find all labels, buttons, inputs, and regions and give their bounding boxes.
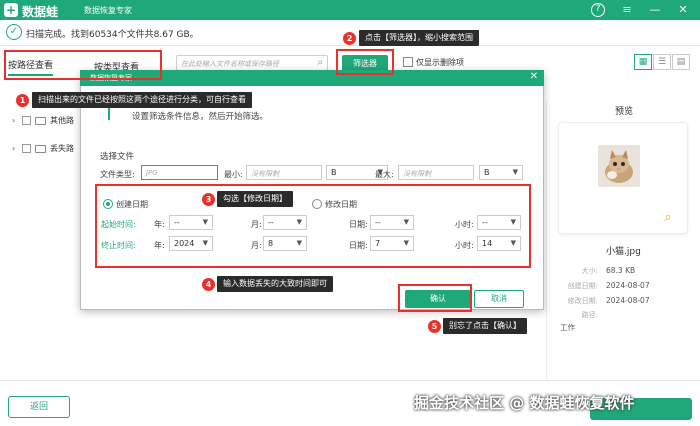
app-subtitle: 数据恢复专家 — [84, 6, 132, 15]
annotation-box-confirm — [398, 284, 472, 312]
detail-view-icon[interactable]: ▤ — [672, 54, 690, 70]
callout-number: 1 — [16, 94, 29, 107]
search-icon[interactable]: ⌕ — [317, 57, 323, 68]
tree-checkbox[interactable] — [22, 144, 31, 153]
tree-item[interactable]: › 其他路 — [12, 115, 74, 126]
max-unit-select[interactable]: B ▼ — [479, 165, 523, 180]
help-icon[interactable]: ? — [591, 3, 605, 17]
cancel-button[interactable]: 取消 — [474, 290, 524, 308]
menu-icon[interactable]: ≡ — [620, 3, 634, 17]
max-size-label: 最大: — [375, 170, 394, 179]
chevron-down-icon: ▼ — [512, 168, 518, 176]
max-size-input[interactable]: 没有限制 — [398, 165, 474, 180]
callout-number: 4 — [202, 278, 215, 291]
max-unit-value: B — [484, 168, 490, 177]
tree-item-label: 丢失路 — [50, 144, 74, 153]
callout-text: 别忘了点击【确认】 — [443, 318, 527, 334]
file-type-input[interactable]: JPG — [141, 165, 218, 180]
callout-number: 5 — [428, 320, 441, 333]
close-icon[interactable]: ✕ — [676, 3, 690, 17]
app-name: 数据蛙 — [22, 5, 59, 19]
min-size-label: 最小: — [224, 170, 243, 179]
check-circle-icon: ✓ — [6, 24, 22, 40]
min-size-input[interactable]: 没有限制 — [246, 165, 322, 180]
dialog-intro: 设置筛选条件信息，然后开始筛选。 — [132, 112, 269, 122]
tree-item[interactable]: › 丢失路 — [12, 143, 74, 154]
deleted-only-checkbox[interactable] — [403, 57, 413, 67]
callout-text: 勾选【修改日期】 — [217, 191, 293, 207]
scan-status-text: 扫描完成。找到60534个文件共8.67 GB。 — [26, 30, 199, 40]
grid-view-icon[interactable]: ▦ — [634, 54, 652, 70]
preview-title: 预览 — [615, 107, 634, 117]
meta-label: 创建日期: — [567, 282, 598, 290]
back-button[interactable]: 返回 — [8, 396, 70, 418]
callout-text: 扫描出来的文件已经按照这两个途径进行分类，可自行查看 — [32, 92, 252, 108]
annotation-box-date — [95, 184, 531, 268]
tree-item-label: 其他路 — [50, 116, 74, 125]
watermark-text: 掘金技术社区 @ 数据蛙恢复软件 — [414, 394, 635, 412]
callout-text: 点击【筛选器】，缩小搜索范围 — [359, 30, 479, 46]
meta-label: 大小: — [581, 267, 598, 275]
file-type-label: 文件类型: — [100, 170, 135, 179]
title-bar: + 数据蛙 数据恢复专家 ? ≡ — ✕ — [0, 0, 700, 20]
minimize-icon[interactable]: — — [648, 3, 662, 17]
folder-icon — [35, 116, 46, 125]
meta-value: 工作 — [560, 323, 575, 332]
deleted-only-label: 仅显示删除项 — [416, 58, 464, 67]
cat-photo-image — [598, 145, 640, 187]
dialog-close-icon[interactable]: ✕ — [528, 71, 540, 83]
search-placeholder: 在此处输入文件名称或保存路径 — [181, 60, 279, 68]
callout-text: 输入数据丢失的大致时间即可 — [217, 276, 333, 292]
preview-file-name: 小猫.jpg — [606, 247, 641, 257]
callout-number: 3 — [202, 193, 215, 206]
meta-value: 2024-08-07 — [606, 296, 650, 305]
min-unit-value: B — [331, 168, 337, 177]
folder-icon — [35, 144, 46, 153]
callout-number: 2 — [343, 32, 356, 45]
section-title: 选择文件 — [100, 152, 135, 162]
chevron-right-icon[interactable]: › — [12, 144, 22, 153]
annotation-box-filter — [336, 49, 394, 75]
meta-label: 修改日期: — [567, 297, 598, 305]
list-view-icon[interactable]: ☰ — [653, 54, 671, 70]
search-input[interactable]: 在此处输入文件名称或保存路径 ⌕ — [176, 55, 328, 71]
meta-value: 2024-08-07 — [606, 281, 650, 290]
zoom-icon[interactable]: ⌕ — [660, 210, 676, 226]
chevron-right-icon[interactable]: › — [12, 116, 22, 125]
meta-value: 68.3 KB — [606, 266, 636, 275]
meta-label: 路径: — [581, 311, 598, 319]
app-logo-icon: + — [4, 3, 18, 17]
tree-checkbox[interactable] — [22, 116, 31, 125]
annotation-box-tabs — [4, 50, 162, 80]
